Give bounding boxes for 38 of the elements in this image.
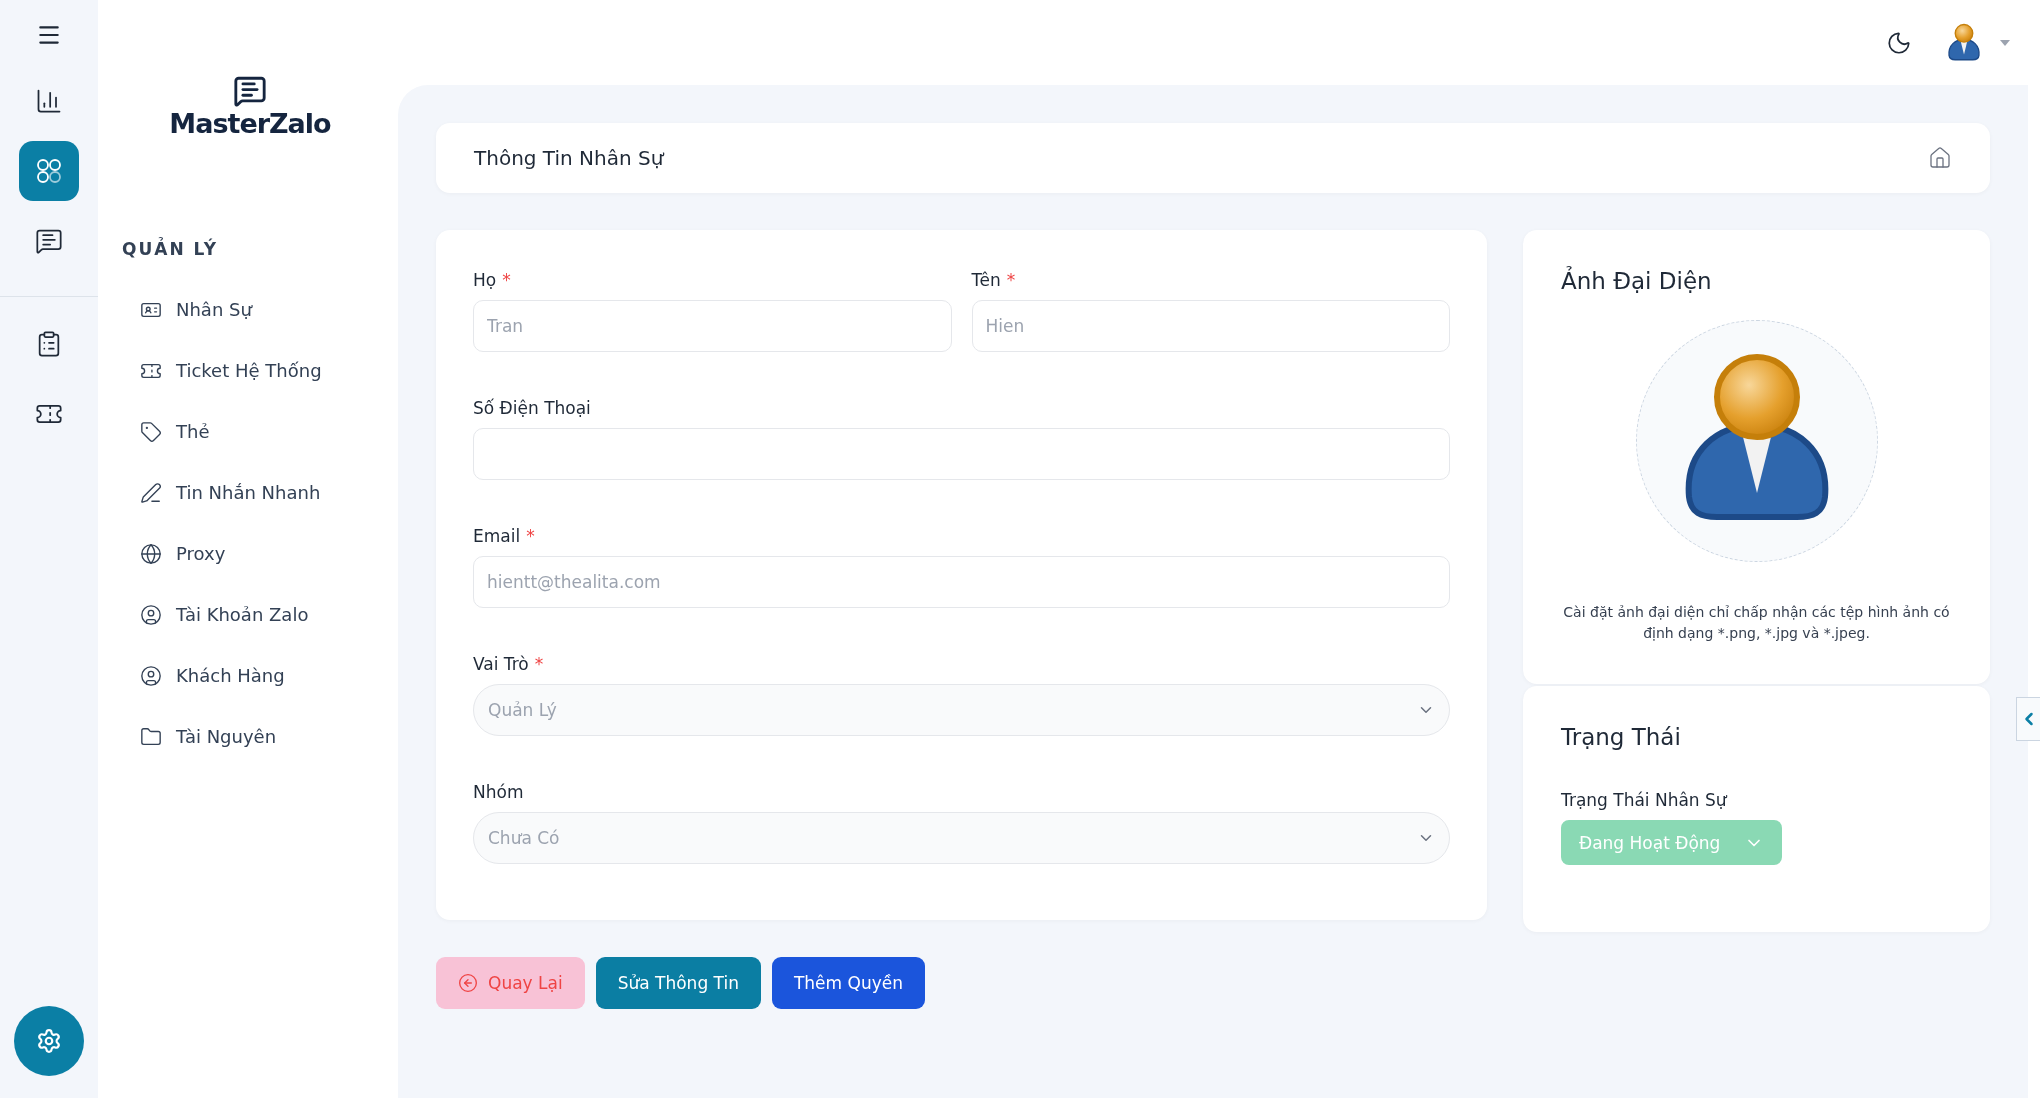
sidebar-item[interactable]: Tài Nguyên: [140, 706, 398, 767]
user-circle-icon: [140, 664, 162, 687]
sidebar-item[interactable]: Thẻ: [140, 401, 398, 462]
avatar-note: Cài đặt ảnh đại diện chỉ chấp nhận các tệp hình ảnh có định dạng *.png, *.jpg và *.jpeg.: [1562, 603, 1951, 643]
field-label: Nhóm: [473, 782, 525, 802]
field-label: Tên *: [971, 270, 1017, 290]
pen-icon: [140, 481, 162, 504]
field-label: Trạng Thái Nhân Sự: [1561, 790, 1729, 810]
field-label: Email *: [473, 526, 536, 546]
tag-icon: [140, 420, 162, 443]
field-label: Số Điện Thoại: [473, 398, 592, 418]
edit-button[interactable]: Sửa Thông Tin: [595, 957, 761, 1009]
page-title: Thông Tin Nhân Sự: [474, 146, 664, 170]
section-title: QUẢN LÝ: [122, 239, 220, 259]
apps-icon[interactable]: [19, 141, 79, 201]
sidebar-item[interactable]: Ticket Hệ Thống: [140, 340, 398, 401]
settings-icon: [36, 1028, 62, 1054]
input-field[interactable]: [473, 428, 1450, 480]
field-label: Họ *: [473, 270, 512, 290]
moon-icon[interactable]: [1886, 29, 1912, 56]
caret-down-icon: [2000, 39, 2010, 46]
add-permission-button[interactable]: Thêm Quyền: [771, 957, 925, 1009]
field-label: Vai Trò *: [473, 654, 545, 674]
card-title: Ảnh Đại Diện: [1561, 268, 1712, 294]
sidebar-item[interactable]: Tin Nhắn Nhanh: [140, 462, 398, 523]
globe-icon: [140, 542, 162, 565]
folder-icon: [140, 725, 162, 748]
home-icon[interactable]: [1928, 146, 1952, 170]
user-circle-icon: [140, 603, 162, 626]
arrow-left-circle-icon: [458, 973, 478, 993]
collapse-tab[interactable]: [2016, 697, 2040, 741]
sidebar-item[interactable]: Proxy: [140, 523, 398, 584]
sidebar-item[interactable]: Tài Khoản Zalo: [140, 584, 398, 645]
sidebar-item[interactable]: Khách Hàng: [140, 645, 398, 706]
card-title: Trạng Thái: [1561, 724, 1681, 750]
logo-text: MasterZalo: [169, 108, 331, 139]
sidebar-item[interactable]: Nhân Sự: [140, 279, 398, 340]
chat-bubble-icon: [233, 74, 267, 108]
